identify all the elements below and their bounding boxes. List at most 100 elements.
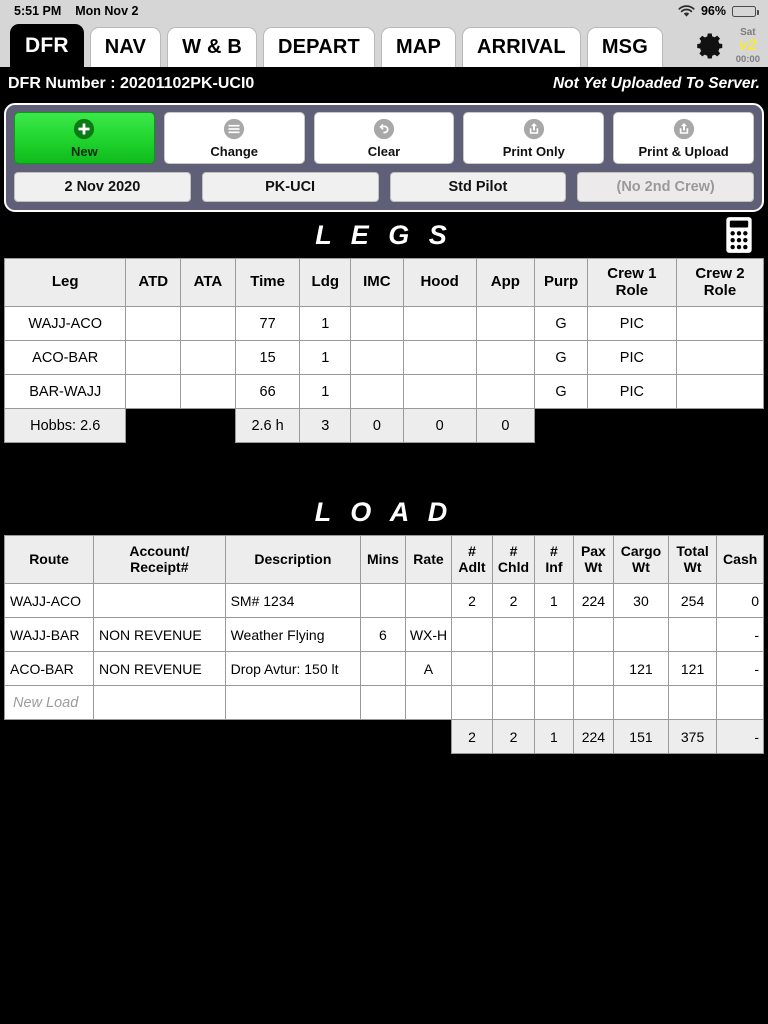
tab-wb[interactable]: W & B xyxy=(167,27,257,67)
tab-arrival[interactable]: ARRIVAL xyxy=(462,27,581,67)
load-cell-description[interactable] xyxy=(224,685,362,720)
leg-cell-time[interactable]: 66 xyxy=(234,374,301,409)
load-cell-mins[interactable] xyxy=(360,685,406,720)
load-cell-paxwt[interactable] xyxy=(572,617,615,652)
leg-cell-leg[interactable]: BAR-WAJJ xyxy=(3,374,127,409)
load-cell-paxwt[interactable] xyxy=(572,651,615,686)
load-cell-route[interactable]: WAJJ-BAR xyxy=(3,617,95,652)
leg-cell-purp[interactable]: G xyxy=(534,374,588,409)
load-cell-account[interactable] xyxy=(93,583,226,618)
table-row[interactable]: ACO-BAR 15 1 G PIC xyxy=(3,340,765,375)
leg-cell-crew1[interactable]: PIC xyxy=(586,306,677,341)
load-cell-description[interactable]: Weather Flying xyxy=(224,617,362,652)
load-cell-totalwt[interactable]: 121 xyxy=(667,651,718,686)
load-cell-chld[interactable] xyxy=(491,685,536,720)
load-cell-rate[interactable] xyxy=(404,583,453,618)
leg-cell-leg[interactable]: WAJJ-ACO xyxy=(3,306,127,341)
load-cell-inf[interactable] xyxy=(534,651,574,686)
pilot-field-button[interactable]: Std Pilot xyxy=(389,172,567,202)
leg-cell-ldg[interactable]: 1 xyxy=(299,374,352,409)
leg-cell-purp[interactable]: G xyxy=(534,306,588,341)
load-cell-adlt[interactable]: 2 xyxy=(451,583,493,618)
leg-cell-hood[interactable] xyxy=(402,306,477,341)
load-cell-adlt[interactable] xyxy=(451,651,493,686)
leg-cell-hood[interactable] xyxy=(402,340,477,375)
load-cell-cash[interactable]: - xyxy=(716,651,764,686)
load-cell-adlt[interactable] xyxy=(451,685,493,720)
load-cell-route[interactable]: WAJJ-ACO xyxy=(3,583,95,618)
load-cell-chld[interactable] xyxy=(491,651,536,686)
leg-cell-ata[interactable] xyxy=(180,374,236,409)
load-cell-inf[interactable] xyxy=(534,685,574,720)
second-crew-field-button[interactable]: (No 2nd Crew) xyxy=(577,172,754,202)
load-cell-adlt[interactable] xyxy=(451,617,493,652)
leg-cell-crew1[interactable]: PIC xyxy=(586,374,677,409)
load-cell-account[interactable] xyxy=(93,685,226,720)
leg-cell-time[interactable]: 15 xyxy=(234,340,301,375)
tab-dfr[interactable]: DFR xyxy=(10,24,84,67)
leg-cell-atd[interactable] xyxy=(125,374,182,409)
load-cell-description[interactable]: Drop Avtur: 150 lt xyxy=(224,651,362,686)
leg-cell-time[interactable]: 77 xyxy=(234,306,301,341)
print-and-upload-button[interactable]: Print & Upload xyxy=(613,112,754,164)
leg-cell-app[interactable] xyxy=(475,374,536,409)
load-cell-inf[interactable] xyxy=(534,617,574,652)
leg-cell-crew2[interactable] xyxy=(675,306,765,341)
load-cell-totalwt[interactable] xyxy=(667,685,718,720)
leg-cell-ata[interactable] xyxy=(180,340,236,375)
leg-cell-app[interactable] xyxy=(475,340,536,375)
load-cell-rate[interactable]: WX-H xyxy=(404,617,453,652)
gear-icon[interactable] xyxy=(696,31,726,61)
load-cell-mins[interactable]: 6 xyxy=(360,617,406,652)
leg-cell-ldg[interactable]: 1 xyxy=(299,306,352,341)
new-button[interactable]: New xyxy=(14,112,155,164)
tab-map[interactable]: MAP xyxy=(380,27,456,67)
leg-cell-imc[interactable] xyxy=(350,340,404,375)
leg-cell-ldg[interactable]: 1 xyxy=(299,340,352,375)
load-cell-account[interactable]: NON REVENUE xyxy=(93,651,226,686)
leg-cell-imc[interactable] xyxy=(350,374,404,409)
leg-cell-crew1[interactable]: PIC xyxy=(586,340,677,375)
load-cell-cash[interactable]: 0 xyxy=(716,583,764,618)
leg-cell-purp[interactable]: G xyxy=(534,340,588,375)
load-cell-totalwt[interactable]: 254 xyxy=(667,583,718,618)
leg-cell-ata[interactable] xyxy=(180,306,236,341)
load-cell-totalwt[interactable] xyxy=(667,617,718,652)
load-cell-chld[interactable]: 2 xyxy=(491,583,536,618)
table-row[interactable]: ACO-BAR NON REVENUE Drop Avtur: 150 lt A… xyxy=(3,651,764,686)
load-cell-mins[interactable] xyxy=(360,651,406,686)
tab-msg[interactable]: MSG xyxy=(586,27,663,67)
satellite-status[interactable]: Sat v2 00:00 xyxy=(736,27,760,65)
table-row[interactable]: WAJJ-BAR NON REVENUE Weather Flying 6 WX… xyxy=(3,617,764,652)
load-cell-cash[interactable] xyxy=(716,685,764,720)
table-row[interactable]: BAR-WAJJ 66 1 G PIC xyxy=(3,374,765,409)
load-cell-inf[interactable]: 1 xyxy=(534,583,574,618)
tab-nav[interactable]: NAV xyxy=(89,27,162,67)
leg-cell-imc[interactable] xyxy=(350,306,404,341)
load-cell-account[interactable]: NON REVENUE xyxy=(93,617,226,652)
leg-cell-crew2[interactable] xyxy=(675,340,765,375)
new-load-placeholder[interactable]: New Load xyxy=(3,685,95,720)
date-field-button[interactable]: 2 Nov 2020 xyxy=(14,172,191,202)
print-only-button[interactable]: Print Only xyxy=(463,112,605,164)
load-cell-cargowt[interactable]: 30 xyxy=(613,583,669,618)
load-cell-cargowt[interactable] xyxy=(613,617,669,652)
load-cell-mins[interactable] xyxy=(360,583,406,618)
new-load-row[interactable]: New Load xyxy=(3,685,764,720)
aircraft-field-button[interactable]: PK-UCI xyxy=(201,172,379,202)
load-cell-rate[interactable] xyxy=(404,685,453,720)
table-row[interactable]: WAJJ-ACO 77 1 G PIC xyxy=(3,306,765,341)
load-cell-cash[interactable]: - xyxy=(716,617,764,652)
calculator-icon[interactable] xyxy=(724,216,754,259)
load-cell-description[interactable]: SM# 1234 xyxy=(224,583,362,618)
load-cell-route[interactable]: ACO-BAR xyxy=(3,651,95,686)
load-cell-paxwt[interactable] xyxy=(572,685,615,720)
load-cell-chld[interactable] xyxy=(491,617,536,652)
leg-cell-crew2[interactable] xyxy=(675,374,765,409)
load-cell-cargowt[interactable] xyxy=(613,685,669,720)
load-cell-paxwt[interactable]: 224 xyxy=(572,583,615,618)
leg-cell-atd[interactable] xyxy=(125,340,182,375)
leg-cell-atd[interactable] xyxy=(125,306,182,341)
load-cell-cargowt[interactable]: 121 xyxy=(613,651,669,686)
leg-cell-app[interactable] xyxy=(475,306,536,341)
